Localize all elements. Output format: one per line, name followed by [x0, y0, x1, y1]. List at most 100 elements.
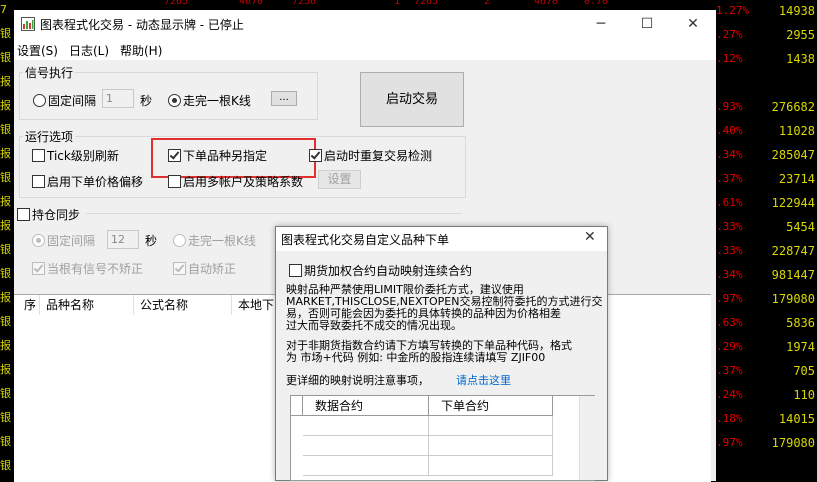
background-left-char: 银: [0, 51, 11, 64]
quote-volume: 2955: [786, 28, 815, 42]
title-bar: 图表程式化交易 - 动态显示牌 - 已停止 ─ ☐ ✕: [14, 10, 716, 38]
multi-account-settings-button[interactable]: 设置: [318, 170, 361, 189]
no-fix-on-signal-checkbox[interactable]: [32, 262, 45, 275]
quote-percent: .37%: [716, 364, 743, 377]
background-left-char: 报: [0, 99, 11, 112]
custom-symbol-dialog: 图表程式化交易自定义品种下单 ✕ 期货加权合约自动映射连续合约 映射品种严禁使用…: [275, 226, 608, 481]
quote-row: .40% 11028: [716, 120, 817, 144]
background-left-char: 银: [0, 435, 11, 448]
quote-row: .27% 2955: [716, 24, 817, 48]
quote-row: 1.27% 14938: [716, 0, 817, 24]
mapping-cell[interactable]: [303, 456, 429, 476]
quote-row: .29% 1974: [716, 336, 817, 360]
quote-percent: .34%: [716, 268, 743, 281]
signal-interval-input[interactable]: 1: [102, 89, 134, 108]
quote-volume: 179080: [771, 436, 815, 450]
menu-help[interactable]: 帮助(H): [120, 42, 162, 59]
quote-row: .93% 276682: [716, 96, 817, 120]
price-offset-checkbox[interactable]: [32, 175, 45, 188]
quote-volume: 23714: [778, 172, 815, 186]
minimize-button[interactable]: ─: [578, 10, 624, 38]
quote-volume: 705: [793, 364, 815, 378]
quote-percent: .24%: [716, 388, 743, 401]
sync-kline-label: 走完一根K线: [188, 234, 256, 248]
multi-account-checkbox[interactable]: [168, 175, 181, 188]
duplicate-check-checkbox[interactable]: [309, 149, 322, 162]
mapping-cell[interactable]: [303, 416, 429, 436]
sync-fixed-interval-radio[interactable]: [32, 234, 45, 247]
menu-bar: 设置(S) 日志(L) 帮助(H): [14, 38, 716, 60]
background-left-char: 银: [0, 123, 11, 136]
quote-volume: 179080: [771, 292, 815, 306]
tick-refresh-checkbox[interactable]: [32, 149, 45, 162]
no-fix-on-signal-label: 当根有信号不矫正: [47, 262, 144, 276]
quote-percent: .12%: [716, 52, 743, 65]
sync-kline-radio[interactable]: [173, 234, 186, 247]
background-left-char: 银: [0, 267, 11, 280]
mapping-scrollbar[interactable]: [579, 396, 595, 480]
signal-kline-radio[interactable]: [168, 94, 181, 107]
quote-percent: 1.27%: [716, 4, 750, 17]
alt-symbol-checkbox[interactable]: [168, 149, 181, 162]
dialog-close-icon[interactable]: ✕: [584, 229, 596, 245]
quote-row: [716, 72, 817, 96]
symbol-mapping-table: 数据合约 下单合约: [290, 395, 595, 481]
close-button[interactable]: ✕: [670, 10, 716, 38]
signal-fixed-interval-radio[interactable]: [33, 94, 46, 107]
limit-warning-text: 映射品种严禁使用LIMIT限价委托方式，建议使用 MARKET,THISCLOS…: [286, 284, 604, 332]
futures-map-checkbox[interactable]: [289, 264, 302, 277]
mapping-cell[interactable]: [429, 456, 553, 476]
quote-volume: 1974: [786, 340, 815, 354]
quote-row: .63% 5836: [716, 312, 817, 336]
background-left-char: 报: [0, 219, 11, 232]
start-trading-button[interactable]: 启动交易: [360, 72, 464, 127]
quote-volume: 228747: [771, 244, 815, 258]
mapping-header-data[interactable]: 数据合约: [303, 396, 429, 416]
quote-percent: .34%: [716, 148, 743, 161]
background-left-char: 报: [0, 339, 11, 352]
menu-settings[interactable]: 设置(S): [17, 42, 58, 59]
background-left-char: 银: [0, 27, 11, 40]
more-info-text: 更详细的映射说明注意事项，: [286, 374, 429, 387]
more-info-link[interactable]: 请点击这里: [456, 375, 511, 387]
mapping-cell[interactable]: [429, 416, 553, 436]
quote-volume: 11028: [778, 124, 815, 138]
table-header-index[interactable]: 序: [18, 295, 40, 315]
sync-divider: [86, 213, 462, 214]
background-left-char: 银: [0, 171, 11, 184]
table-header-formula[interactable]: 公式名称: [134, 295, 232, 315]
mapping-header-order[interactable]: 下单合约: [429, 396, 553, 416]
quote-percent: .61%: [716, 196, 743, 209]
quote-percent: .93%: [716, 100, 743, 113]
signal-kline-label: 走完一根K线: [183, 94, 251, 108]
quote-row: .33% 5454: [716, 216, 817, 240]
quote-percent: .18%: [716, 412, 743, 425]
background-left-char: 报: [0, 363, 11, 376]
quote-percent: .37%: [716, 172, 743, 185]
background-quote-list: 1.27% 14938 .27% 2955 .12% 1438 .93% 276682 .40%…: [716, 0, 817, 481]
window-title: 图表程式化交易 - 动态显示牌 - 已停止: [40, 18, 244, 32]
quote-percent: .29%: [716, 340, 743, 353]
sync-interval-input[interactable]: 12: [107, 230, 139, 249]
sync-sec-label: 秒: [145, 234, 158, 248]
maximize-button[interactable]: ☐: [624, 10, 670, 38]
signal-kline-settings-button[interactable]: ...: [271, 91, 297, 106]
auto-fix-checkbox[interactable]: [173, 262, 186, 275]
background-top-strip: 7265 4670 7256 1 7265 2 4670 0.70: [14, 0, 716, 10]
background-top-number: 4670: [534, 0, 559, 7]
background-left-char: 7: [0, 3, 7, 16]
table-header-symbol[interactable]: 品种名称: [40, 295, 134, 315]
quote-percent: .97%: [716, 436, 743, 449]
background-top-number: 2: [484, 0, 491, 7]
position-sync-checkbox[interactable]: [17, 208, 30, 221]
quote-percent: .33%: [716, 244, 743, 257]
menu-log[interactable]: 日志(L): [69, 42, 109, 59]
dialog-title-bar: 图表程式化交易自定义品种下单 ✕: [276, 227, 607, 251]
quote-volume: 122944: [771, 196, 815, 210]
futures-map-label: 期货加权合约自动映射连续合约: [304, 264, 473, 278]
mapping-cell[interactable]: [303, 436, 429, 456]
mapping-cell[interactable]: [429, 436, 553, 456]
sync-fixed-interval-label: 固定间隔: [47, 234, 96, 248]
dialog-title: 图表程式化交易自定义品种下单: [281, 233, 450, 247]
app-chart-icon: [21, 17, 35, 31]
